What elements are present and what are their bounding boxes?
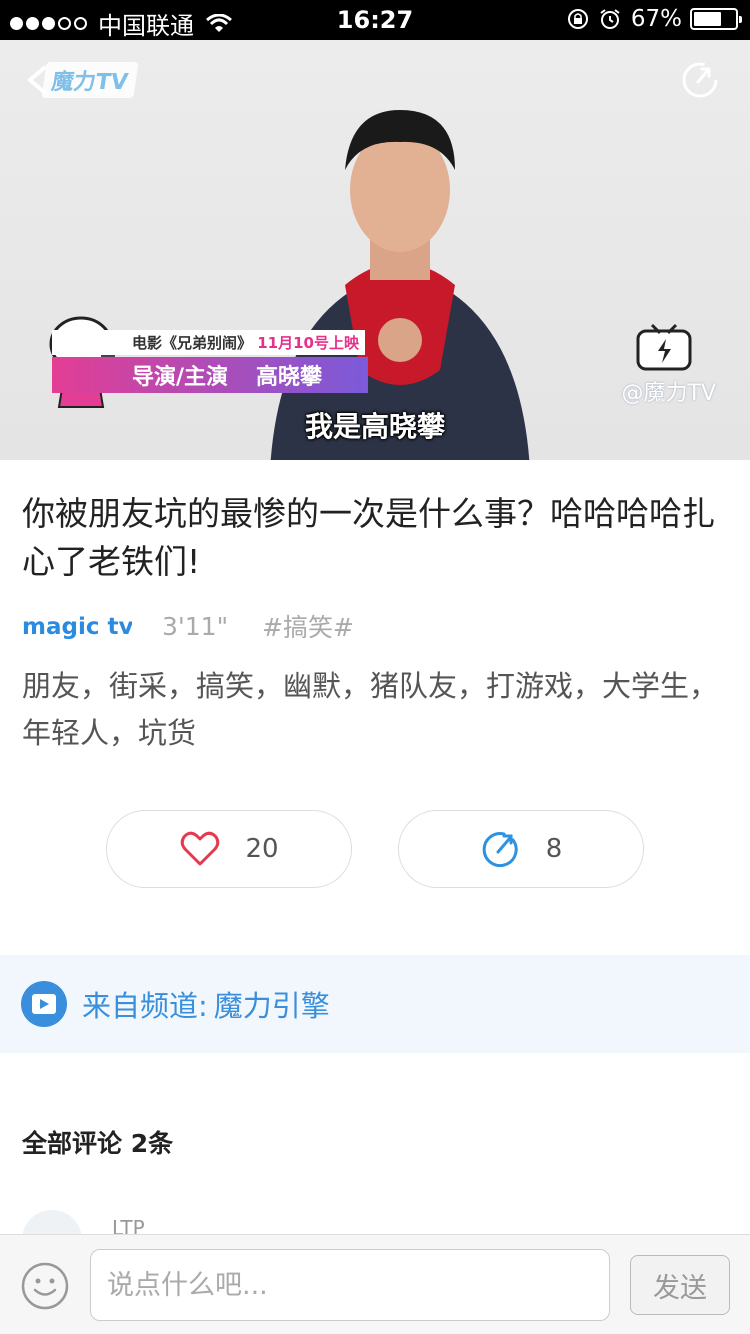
like-button[interactable]: 20 bbox=[106, 810, 352, 888]
status-right: 67% bbox=[567, 6, 742, 32]
battery-percentage: 67% bbox=[630, 6, 682, 32]
channel-icon bbox=[21, 981, 67, 1027]
source-channel[interactable]: 来自频道: 魔力引擎 bbox=[0, 955, 750, 1053]
svg-text:magic tv: magic tv bbox=[22, 614, 132, 640]
comments-header: 全部评论 2条 bbox=[22, 1129, 174, 1158]
video-title: 你被朋友坑的最惨的一次是什么事？哈哈哈哈扎心了老铁们! bbox=[22, 494, 715, 581]
video-duration: 3'11" bbox=[162, 611, 229, 641]
channel-label: 来自频道: bbox=[82, 989, 208, 1023]
comment-input[interactable] bbox=[90, 1249, 610, 1321]
comment-bar: 发送 bbox=[0, 1234, 750, 1334]
caption-movie: 电影《兄弟别闹》 bbox=[132, 334, 253, 352]
share-icon[interactable] bbox=[680, 60, 720, 100]
alarm-icon bbox=[600, 9, 620, 29]
share-icon bbox=[482, 832, 518, 867]
caption-release-date: 11月10号上映 bbox=[257, 334, 359, 352]
keyword-tags: 朋友，街采，搞笑，幽默，猪队友，打游戏，大学生，年轻人，坑货 bbox=[22, 669, 719, 750]
status-bar: 中国联通 16:27 67% bbox=[0, 0, 750, 40]
tv-watermark-icon bbox=[636, 323, 692, 371]
video-caption: 电影《兄弟别闹》 11月10号上映 导演/主演 高晓攀 bbox=[52, 330, 369, 393]
caption-name: 高晓攀 bbox=[256, 365, 323, 390]
send-button[interactable]: 发送 bbox=[630, 1255, 730, 1315]
video-subtitle: 我是高晓攀 bbox=[304, 410, 445, 443]
back-button[interactable]: 魔力TV bbox=[22, 60, 139, 100]
caption-role: 导演/主演 bbox=[132, 365, 229, 390]
video-meta: magic tv 3'11" #搞笑# bbox=[22, 608, 354, 644]
emoji-icon[interactable] bbox=[20, 1261, 70, 1311]
heart-icon bbox=[181, 831, 220, 866]
battery-icon bbox=[690, 8, 742, 30]
video-watermark: @魔力TV bbox=[621, 381, 717, 406]
channel-name[interactable]: 魔力引擎 bbox=[214, 983, 330, 1025]
share-count: 8 bbox=[545, 834, 563, 864]
share-button[interactable]: 8 bbox=[398, 810, 644, 888]
video-player[interactable]: 魔力TV 电影《兄弟别闹》 11月10号上映 导演/主演 高晓攀 我是高晓攀 @魔… bbox=[0, 40, 750, 460]
rotation-lock-icon bbox=[567, 9, 588, 29]
magic-tv-logo: magic tv bbox=[22, 614, 132, 640]
like-count: 20 bbox=[245, 834, 279, 864]
video-frame-person bbox=[270, 110, 530, 460]
channel-logo: 魔力TV bbox=[41, 62, 139, 98]
video-hashtag[interactable]: #搞笑# bbox=[262, 608, 354, 644]
